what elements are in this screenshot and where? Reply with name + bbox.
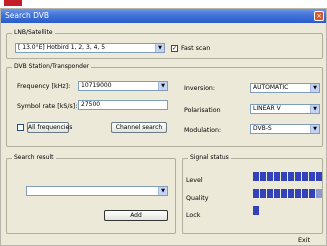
corner-tab: [4, 0, 22, 6]
level-segment: [288, 172, 294, 181]
level-segment: [316, 172, 322, 181]
lnb-group-label: LNB/Satellite: [12, 29, 55, 36]
chevron-down-icon[interactable]: ▼: [310, 125, 319, 133]
quality-segment: [274, 189, 280, 198]
modulation-label: Modulation:: [184, 127, 222, 134]
symbol-rate-value: 27500: [81, 101, 101, 108]
all-frequencies-button[interactable]: All frequencies: [27, 122, 72, 133]
frequency-value: 10719000: [81, 82, 112, 89]
quality-segment: [316, 189, 322, 198]
inversion-label: Inversion:: [184, 85, 216, 92]
modulation-value: DVB-S: [253, 125, 272, 132]
quality-meter: [253, 189, 323, 198]
lock-label: Lock: [186, 212, 201, 219]
level-segment: [267, 172, 273, 181]
quality-segment: [288, 189, 294, 198]
exit-button[interactable]: Exit: [298, 237, 310, 244]
title-bar: Search DVB ×: [1, 9, 326, 23]
level-segment: [281, 172, 287, 181]
level-segment: [260, 172, 266, 181]
chevron-down-icon[interactable]: ▼: [310, 84, 319, 92]
frequency-input[interactable]: 10719000 ▼: [78, 81, 168, 91]
window-title: Search DVB: [5, 11, 50, 20]
add-button[interactable]: Add: [104, 210, 168, 221]
quality-segment: [260, 189, 266, 198]
search-result-group: Search result: [6, 154, 176, 234]
inversion-value: AUTOMATIC: [253, 84, 289, 91]
level-segment: [253, 172, 259, 181]
quality-segment: [295, 189, 301, 198]
level-segment: [274, 172, 280, 181]
station-group-label: DVB Station/Transponder: [12, 63, 92, 70]
polarisation-select[interactable]: LINEAR V ▼: [250, 104, 320, 114]
quality-label: Quality: [186, 195, 209, 202]
quality-segment: [281, 189, 287, 198]
modulation-select[interactable]: DVB-S ▼: [250, 124, 320, 134]
quality-segment: [267, 189, 273, 198]
satellite-select[interactable]: [ 13.0°E] Hotbird 1, 2, 3, 4, 5 ▼: [15, 43, 165, 53]
lock-segment: [253, 206, 259, 215]
lock-indicator: [253, 206, 263, 215]
frequency-label: Frequency [kHz]:: [17, 83, 71, 90]
polarisation-value: LINEAR V: [253, 105, 281, 112]
level-segment: [302, 172, 308, 181]
quality-segment: [302, 189, 308, 198]
search-dvb-dialog: Search DVB × LNB/Satellite [ 13.0°E] Hot…: [0, 8, 327, 246]
inversion-select[interactable]: AUTOMATIC ▼: [250, 83, 320, 93]
level-meter: [253, 172, 323, 181]
symbol-rate-label: Symbol rate [kS/s]:: [17, 103, 78, 110]
quality-segment: [253, 189, 259, 198]
chevron-down-icon[interactable]: ▼: [310, 105, 319, 113]
symbol-rate-input[interactable]: 27500: [78, 100, 168, 110]
search-result-select[interactable]: ▼: [26, 186, 168, 196]
satellite-select-value: [ 13.0°E] Hotbird 1, 2, 3, 4, 5: [18, 44, 106, 51]
level-segment: [295, 172, 301, 181]
fast-scan-label: Fast scan: [181, 45, 211, 52]
all-frequencies-checkbox[interactable]: [17, 124, 24, 131]
search-result-label: Search result: [12, 154, 56, 161]
signal-status-label: Signal status: [188, 154, 231, 161]
chevron-down-icon[interactable]: ▼: [155, 44, 164, 52]
level-segment: [309, 172, 315, 181]
fast-scan-checkbox[interactable]: ✓: [171, 45, 178, 52]
channel-search-button[interactable]: Channel search: [111, 122, 167, 133]
quality-segment: [309, 189, 315, 198]
chevron-down-icon[interactable]: ▼: [158, 187, 167, 195]
polarisation-label: Polarisation: [184, 107, 221, 114]
chevron-down-icon[interactable]: ▼: [158, 82, 167, 90]
level-label: Level: [186, 177, 203, 184]
close-button[interactable]: ×: [314, 11, 324, 21]
